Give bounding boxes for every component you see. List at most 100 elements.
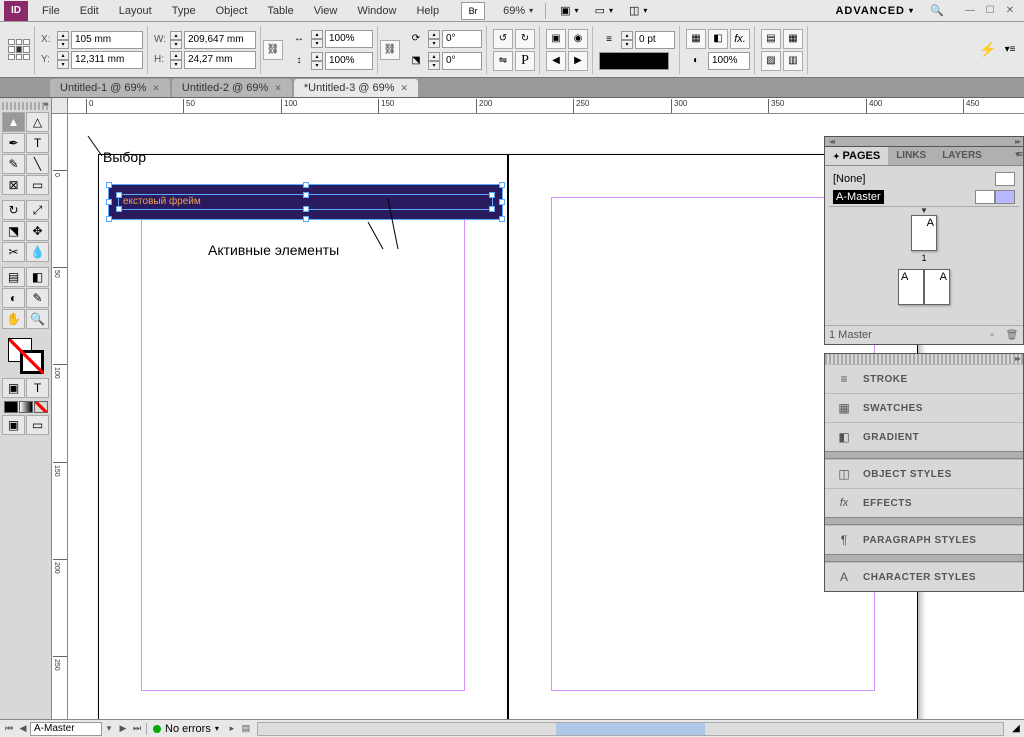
selection-handle[interactable] [303,192,309,198]
select-content-icon[interactable]: ◉ [568,29,588,49]
close-icon[interactable]: ✕ [152,83,160,94]
page-thumb-right[interactable]: A [924,269,950,305]
preflight-dropdown-icon[interactable]: ▾ [215,724,219,733]
close-icon[interactable]: ✕ [401,83,409,94]
new-page-icon[interactable]: ▫ [985,328,999,342]
scale-x-spinner[interactable]: ▴▾ [311,30,323,48]
hand-tool[interactable]: ✋ [2,309,25,329]
tab-untitled-1[interactable]: Untitled-1 @ 69% ✕ [50,79,170,97]
left-page[interactable] [98,154,508,719]
panel-object-styles[interactable]: ◫ OBJECT STYLES [825,459,1023,488]
resize-grip-icon[interactable]: ◢ [1008,722,1024,736]
selection-handle[interactable] [489,192,495,198]
line-tool[interactable]: ╲ [26,154,49,174]
scale-y-input[interactable] [325,52,373,70]
menu-edit[interactable]: Edit [70,2,109,20]
menu-help[interactable]: Help [406,2,449,20]
constrain-wh-icon[interactable]: ⛓ [263,40,283,60]
y-spinner[interactable]: ▴▾ [57,51,69,69]
rotate-spinner[interactable]: ▴▾ [428,30,440,48]
apply-gradient-icon[interactable] [19,401,33,413]
page-thumb-1[interactable]: A [911,215,937,251]
tab-pages[interactable]: ✦ PAGES [825,147,888,165]
formatting-container-icon[interactable]: ▣ [2,378,25,398]
menu-table[interactable]: Table [257,2,303,20]
scale-y-spinner[interactable]: ▴▾ [311,52,323,70]
selection-handle[interactable] [116,206,122,212]
open-button[interactable]: ▸ [225,722,239,736]
rectangle-tool[interactable]: ▭ [26,175,49,195]
tab-untitled-2[interactable]: Untitled-2 @ 69% ✕ [172,79,292,97]
stroke-input[interactable] [635,31,675,49]
menu-view[interactable]: View [304,2,348,20]
rotate-tool[interactable]: ↻ [2,200,25,220]
panel-stroke[interactable]: ≡ STROKE [825,364,1023,393]
panel-character-styles[interactable]: A CHARACTER STYLES [825,562,1023,591]
flip-h-icon[interactable]: ⇋ [493,51,513,71]
selection-handle[interactable] [489,206,495,212]
master-a[interactable]: A-Master [829,188,1019,206]
reference-point[interactable] [8,39,30,61]
select-prev-icon[interactable]: ◀ [546,51,566,71]
measure-tool[interactable]: ✎ [26,288,49,308]
selection-handle[interactable] [116,192,122,198]
menu-window[interactable]: Window [347,2,406,20]
status-menu-button[interactable]: ▤ [239,722,253,736]
view-options-dropdown[interactable]: ◫ [621,2,655,19]
tab-layers[interactable]: LAYERS [934,147,990,165]
tools-grip[interactable] [2,102,49,110]
selection-handle[interactable] [303,182,309,188]
quick-apply-icon[interactable]: ⚡ [978,40,998,60]
delete-page-icon[interactable]: 🗑 [1005,328,1019,342]
panel-collapse-grip[interactable]: ◂◂ [824,136,1024,146]
page-field[interactable] [30,722,102,736]
x-input[interactable] [71,31,143,49]
panel-paragraph-styles[interactable]: ¶ PARAGRAPH STYLES [825,525,1023,554]
opacity-input[interactable] [708,52,750,70]
stroke-style-dropdown[interactable] [599,52,669,70]
preview-mode-icon[interactable]: ▭ [26,415,49,435]
horizontal-scrollbar[interactable] [257,722,1004,736]
menu-file[interactable]: File [32,2,70,20]
panel-grip[interactable] [825,354,1023,364]
free-transform-tool[interactable]: ✥ [26,221,49,241]
panel-effects[interactable]: fx EFFECTS [825,488,1023,517]
panel-swatches[interactable]: ▦ SWATCHES [825,393,1023,422]
vertical-ruler[interactable]: 0 50 100 150 200 250 [52,114,68,719]
selection-handle[interactable] [106,216,112,222]
horizontal-ruler[interactable]: 0 50 100 150 200 250 300 350 400 450 [68,98,1024,114]
x-spinner[interactable]: ▴▾ [57,31,69,49]
minimize-button[interactable]: — [962,4,978,18]
close-button[interactable]: ✕ [1002,4,1018,18]
tab-links[interactable]: LINKS [888,147,934,165]
rotate-ccw-icon[interactable]: ↺ [493,29,513,49]
fx-opacity-icon[interactable]: ▦ [686,29,706,49]
select-next-icon[interactable]: ▶ [568,51,588,71]
rotate-input[interactable] [442,30,482,48]
menu-type[interactable]: Type [162,2,206,20]
stroke-spinner[interactable]: ▴▾ [621,31,633,49]
text-wrap-bound-icon[interactable]: ▦ [783,29,803,49]
panel-gradient[interactable]: ◧ GRADIENT [825,422,1023,451]
drop-shadow-icon[interactable]: ◧ [708,29,728,49]
shear-tool[interactable]: ⬔ [2,221,25,241]
stroke-swatch[interactable] [20,350,44,374]
rectangle-frame-tool[interactable]: ⊠ [2,175,25,195]
master-none[interactable]: [None] [829,170,1019,188]
zoom-tool[interactable]: 🔍 [26,309,49,329]
control-menu-icon[interactable]: ▾≡ [1000,40,1020,60]
shear-input[interactable] [442,52,482,70]
screen-mode-dropdown[interactable]: ▣ [552,2,586,19]
direct-selection-tool[interactable]: △ [26,112,49,132]
note-tool[interactable]: ▤ [2,267,25,287]
last-page-button[interactable]: ⏭ [130,722,144,736]
menu-object[interactable]: Object [206,2,258,20]
first-page-button[interactable]: ⏮ [2,722,16,736]
selection-handle[interactable] [106,182,112,188]
selection-handle[interactable] [499,199,505,205]
next-page-button[interactable]: ▶ [116,722,130,736]
normal-view-icon[interactable]: ▣ [2,415,25,435]
selection-tool[interactable]: ▲ [2,112,25,132]
type-tool[interactable]: T [26,133,49,153]
search-icon[interactable]: 🔍 [928,2,946,20]
